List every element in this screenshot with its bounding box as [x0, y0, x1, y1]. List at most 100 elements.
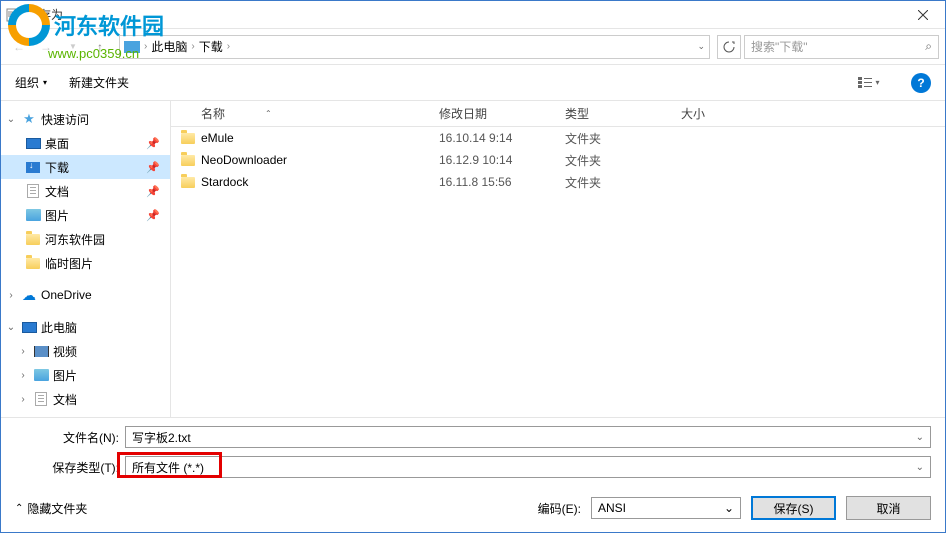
- refresh-button[interactable]: [717, 35, 741, 59]
- chevron-up-icon: ⌃: [15, 503, 23, 514]
- column-date[interactable]: 修改日期: [429, 105, 555, 122]
- nav-recent-button[interactable]: ▼: [61, 35, 85, 59]
- filename-input[interactable]: 写字板2.txt ⌄: [125, 426, 931, 448]
- folder-icon: [26, 258, 40, 269]
- tree-label: 文档: [53, 391, 77, 408]
- tree-this-pc[interactable]: ⌄ 此电脑: [1, 315, 170, 339]
- chevron-down-icon[interactable]: ⌄: [5, 322, 17, 333]
- view-options-button[interactable]: ▾: [849, 71, 889, 95]
- refresh-icon: [723, 41, 735, 53]
- chevron-down-icon[interactable]: ⌄: [5, 114, 17, 125]
- column-type[interactable]: 类型: [555, 105, 671, 122]
- app-icon: [5, 7, 21, 23]
- column-label: 类型: [565, 107, 589, 121]
- pc-icon: [124, 41, 140, 53]
- save-button[interactable]: 保存(S): [751, 496, 836, 520]
- encoding-value: ANSI: [598, 501, 626, 515]
- tree-quick-access[interactable]: ⌄ ★ 快速访问: [1, 107, 170, 131]
- tree-label: 此电脑: [41, 319, 77, 336]
- address-bar[interactable]: › 此电脑 › 下载 › ⌄: [119, 35, 710, 59]
- chevron-right-icon[interactable]: ›: [17, 394, 29, 405]
- file-type: 文件夹: [555, 174, 671, 191]
- chevron-down-icon[interactable]: ⌄: [697, 41, 705, 52]
- close-button[interactable]: [900, 1, 945, 29]
- filetype-value: 所有文件 (*.*): [132, 459, 204, 476]
- pc-icon: [22, 322, 37, 333]
- chevron-right-icon[interactable]: ›: [5, 290, 17, 301]
- tree-hedong[interactable]: 河东软件园: [1, 227, 170, 251]
- sort-indicator-icon: ⌃: [265, 109, 272, 118]
- pictures-icon: [34, 369, 49, 381]
- filetype-select[interactable]: 所有文件 (*.*) ⌄: [125, 456, 931, 478]
- file-list[interactable]: 名称 ⌃ 修改日期 类型 大小 eMule 16.10.14 9:14 文件夹 …: [171, 101, 945, 417]
- tree-pictures[interactable]: 图片 📌: [1, 203, 170, 227]
- footer-row: ⌃ 隐藏文件夹 编码(E): ANSI ⌄ 保存(S) 取消: [15, 496, 931, 520]
- file-row[interactable]: Stardock 16.11.8 15:56 文件夹: [171, 171, 945, 193]
- nav-forward-button[interactable]: →: [34, 35, 58, 59]
- navigation-tree[interactable]: ⌄ ★ 快速访问 桌面 📌 下载 📌 文档 📌 图片: [1, 101, 171, 417]
- breadcrumb-current[interactable]: 下载: [199, 38, 223, 55]
- desktop-icon: [26, 138, 41, 149]
- chevron-down-icon[interactable]: ⌄: [916, 462, 924, 473]
- file-name: NeoDownloader: [201, 153, 287, 167]
- pin-icon: 📌: [146, 185, 160, 198]
- filename-label: 文件名(N):: [15, 429, 125, 446]
- cloud-icon: ☁: [21, 287, 37, 303]
- file-row[interactable]: eMule 16.10.14 9:14 文件夹: [171, 127, 945, 149]
- folder-icon: [181, 133, 195, 144]
- nav-bar: ← → ▼ ↑ › 此电脑 › 下载 › ⌄ 搜索"下载" ⌕: [1, 29, 945, 65]
- tree-onedrive[interactable]: › ☁ OneDrive: [1, 283, 170, 307]
- chevron-right-icon[interactable]: ›: [17, 370, 29, 381]
- help-button[interactable]: ?: [911, 73, 931, 93]
- file-type: 文件夹: [555, 152, 671, 169]
- pictures-icon: [26, 209, 41, 221]
- chevron-right-icon[interactable]: ›: [17, 346, 29, 357]
- file-row[interactable]: NeoDownloader 16.12.9 10:14 文件夹: [171, 149, 945, 171]
- new-folder-button[interactable]: 新建文件夹: [69, 74, 129, 91]
- filetype-row: 保存类型(T): 所有文件 (*.*) ⌄: [15, 456, 931, 478]
- pin-icon: 📌: [146, 209, 160, 222]
- hide-folders-label: 隐藏文件夹: [27, 500, 87, 517]
- file-date: 16.11.8 15:56: [429, 175, 555, 189]
- tree-video[interactable]: › 视频: [1, 339, 170, 363]
- column-label: 大小: [681, 107, 705, 121]
- breadcrumb-root[interactable]: 此电脑: [151, 38, 187, 55]
- tree-label: 下载: [45, 159, 69, 176]
- encoding-select[interactable]: ANSI ⌄: [591, 497, 741, 519]
- nav-up-button[interactable]: ↑: [88, 35, 112, 59]
- column-label: 修改日期: [439, 107, 487, 121]
- search-placeholder: 搜索"下载": [751, 38, 808, 55]
- chevron-down-icon[interactable]: ⌄: [916, 432, 924, 443]
- chevron-down-icon: ▾: [43, 78, 47, 87]
- main-area: ⌄ ★ 快速访问 桌面 📌 下载 📌 文档 📌 图片: [1, 101, 945, 417]
- tree-documents2[interactable]: › 文档: [1, 387, 170, 411]
- column-label: 名称: [201, 105, 225, 122]
- nav-back-button[interactable]: ←: [7, 35, 31, 59]
- star-icon: ★: [21, 111, 37, 127]
- tree-documents[interactable]: 文档 📌: [1, 179, 170, 203]
- tree-temp-pic[interactable]: 临时图片: [1, 251, 170, 275]
- column-headers: 名称 ⌃ 修改日期 类型 大小: [171, 101, 945, 127]
- title-bar: 另存为: [1, 1, 945, 29]
- column-size[interactable]: 大小: [671, 105, 751, 122]
- tree-downloads[interactable]: 下载 📌: [1, 155, 170, 179]
- chevron-down-icon: ▾: [875, 78, 879, 87]
- view-icon: [858, 77, 872, 89]
- video-icon: [34, 346, 49, 357]
- tree-label: 图片: [53, 367, 77, 384]
- tree-desktop[interactable]: 桌面 📌: [1, 131, 170, 155]
- cancel-button[interactable]: 取消: [846, 496, 931, 520]
- toolbar: 组织 ▾ 新建文件夹 ▾ ?: [1, 65, 945, 101]
- organize-button[interactable]: 组织 ▾: [15, 74, 47, 91]
- hide-folders-button[interactable]: ⌃ 隐藏文件夹: [15, 500, 87, 517]
- downloads-icon: [26, 162, 40, 173]
- tree-pictures2[interactable]: › 图片: [1, 363, 170, 387]
- window-title: 另存为: [27, 6, 63, 23]
- chevron-down-icon[interactable]: ⌄: [724, 501, 734, 515]
- tree-label: 河东软件园: [45, 231, 105, 248]
- search-input[interactable]: 搜索"下载" ⌕: [744, 35, 939, 59]
- search-icon: ⌕: [925, 39, 932, 54]
- tree-label: 临时图片: [45, 255, 93, 272]
- column-name[interactable]: 名称 ⌃: [171, 105, 429, 122]
- filename-value: 写字板2.txt: [132, 429, 191, 446]
